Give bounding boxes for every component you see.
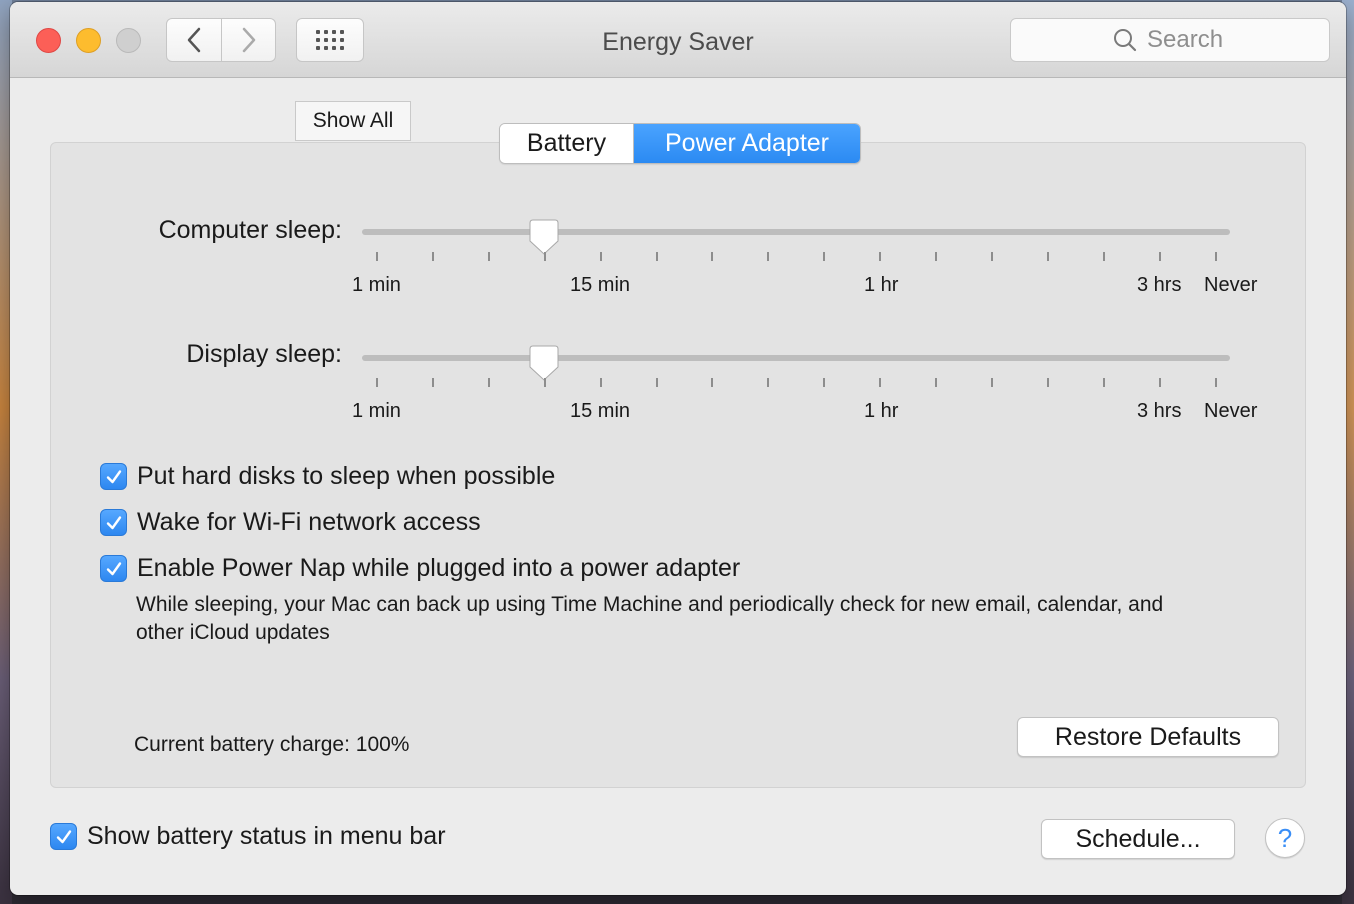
computer-sleep-slider-thumb[interactable] [529, 219, 559, 255]
slider-tick [431, 378, 434, 387]
slider-tick [823, 252, 826, 261]
wake-wifi-checkbox[interactable] [100, 509, 127, 536]
slider-tick [1102, 378, 1105, 387]
checkmark-icon [106, 561, 121, 575]
slider-tick [599, 252, 602, 261]
slider-tick [655, 252, 658, 261]
hard-disk-sleep-checkbox[interactable] [100, 463, 127, 490]
hard-disk-sleep-label: Put hard disks to sleep when possible [137, 462, 556, 490]
slider-tick [487, 252, 490, 261]
display-sleep-label: Display sleep: [186, 340, 342, 368]
slider-tick [1158, 378, 1161, 387]
option-power-nap[interactable]: Enable Power Nap while plugged into a po… [100, 554, 740, 583]
slider-tick [376, 378, 378, 387]
slider-tick [711, 378, 714, 387]
restore-defaults-button[interactable]: Restore Defaults [1017, 717, 1279, 757]
slider-tick [1102, 252, 1105, 261]
battery-charge-status: Current battery charge: 100% [134, 733, 410, 756]
show-battery-status-label: Show battery status in menu bar [87, 822, 446, 850]
display-sleep-tick-label: 15 min [570, 400, 631, 422]
display-sleep-tick-label: Never [1204, 400, 1258, 422]
slider-tick [1046, 252, 1049, 261]
slider-tick [655, 378, 658, 387]
search-field[interactable] [1010, 18, 1330, 62]
computer-sleep-tick-label: 1 hr [864, 274, 899, 296]
slider-tick [990, 378, 993, 387]
search-icon [1114, 29, 1137, 52]
tab-battery[interactable]: Battery [500, 124, 634, 163]
computer-sleep-tick-label: 1 min [352, 274, 401, 296]
tab-power-adapter[interactable]: Power Adapter [634, 124, 860, 163]
power-nap-label: Enable Power Nap while plugged into a po… [137, 554, 741, 582]
display-sleep-slider-thumb[interactable] [529, 345, 559, 381]
power-source-tabs: Battery Power Adapter [499, 123, 861, 164]
slider-tick [376, 252, 378, 261]
computer-sleep-tick-label: 15 min [570, 274, 631, 296]
display-sleep-slider[interactable] [362, 355, 1230, 361]
schedule-button[interactable]: Schedule... [1041, 819, 1235, 859]
option-hard-disk-sleep[interactable]: Put hard disks to sleep when possible [100, 462, 555, 491]
slider-tick [1214, 378, 1217, 387]
slider-tick [487, 378, 490, 387]
slider-tick [543, 252, 546, 261]
checkmark-icon [106, 515, 121, 529]
slider-tick [1046, 378, 1049, 387]
slider-tick [823, 378, 826, 387]
slider-tick [767, 252, 770, 261]
display-sleep-tick-label: 1 min [352, 400, 401, 422]
computer-sleep-tick-label: 3 hrs [1137, 274, 1182, 296]
slider-tick [879, 378, 882, 387]
show-all-tooltip: Show All [295, 101, 411, 141]
slider-tick [599, 378, 602, 387]
computer-sleep-tick-label: Never [1204, 274, 1258, 296]
power-nap-checkbox[interactable] [100, 555, 127, 582]
title-bar: Energy Saver [10, 2, 1346, 78]
slider-tick [935, 252, 937, 261]
help-button[interactable]: ? [1265, 818, 1305, 858]
slider-tick [935, 378, 937, 387]
computer-sleep-label: Computer sleep: [158, 216, 342, 244]
display-sleep-tick-label: 1 hr [864, 400, 899, 422]
checkmark-icon [56, 829, 71, 843]
power-nap-description: While sleeping, your Mac can back up usi… [136, 593, 1164, 644]
slider-tick [879, 252, 882, 261]
option-show-battery-status[interactable]: Show battery status in menu bar [50, 822, 446, 851]
checkmark-icon [106, 469, 121, 483]
display-sleep-tick-label: 3 hrs [1137, 400, 1182, 422]
energy-saver-window: Energy Saver Show All Battery Power Adap… [10, 2, 1346, 895]
computer-sleep-slider[interactable] [362, 229, 1230, 235]
slider-tick [543, 378, 546, 387]
slider-tick [767, 378, 770, 387]
option-wake-wifi[interactable]: Wake for Wi-Fi network access [100, 508, 481, 537]
slider-tick [1214, 252, 1217, 261]
slider-tick [711, 252, 714, 261]
slider-tick [1158, 252, 1161, 261]
slider-tick [431, 252, 434, 261]
show-battery-status-checkbox[interactable] [50, 823, 77, 850]
wake-wifi-label: Wake for Wi-Fi network access [137, 508, 481, 536]
slider-tick [990, 252, 993, 261]
search-input[interactable] [1147, 26, 1227, 54]
